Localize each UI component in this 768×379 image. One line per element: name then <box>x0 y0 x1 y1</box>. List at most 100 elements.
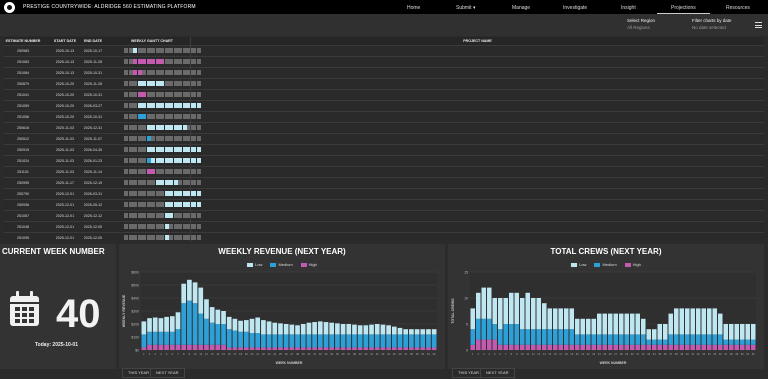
bar-low[interactable] <box>695 308 701 335</box>
table-row[interactable]: 251048 2025-12-01 2025-12-05 <box>4 221 764 232</box>
bar-medium[interactable] <box>657 339 663 345</box>
col-estimate-number[interactable]: ESTIMATE NUMBER <box>4 39 42 43</box>
bar-low[interactable] <box>204 299 209 319</box>
bar-high[interactable] <box>585 344 591 350</box>
bar-medium[interactable] <box>323 334 329 348</box>
bar-high[interactable] <box>380 347 386 350</box>
table-row[interactable]: 251056 2025-10-20 2025-10-31 <box>4 111 764 122</box>
bar-medium[interactable] <box>706 334 712 345</box>
bar-high[interactable] <box>662 344 668 350</box>
bar-low[interactable] <box>613 313 619 335</box>
bar-low[interactable] <box>261 320 266 335</box>
bar-low[interactable] <box>750 324 756 340</box>
bar-low[interactable] <box>369 324 374 335</box>
bar-high[interactable] <box>596 344 602 350</box>
bar-medium[interactable] <box>300 334 306 348</box>
bar-low[interactable] <box>503 298 509 324</box>
bar-medium[interactable] <box>414 334 420 348</box>
table-row[interactable]: 251057 2025-12-01 2025-12-12 <box>4 210 764 221</box>
nav-submit[interactable]: Submit ▾ <box>456 5 475 11</box>
bar-medium[interactable] <box>514 324 520 345</box>
bar-low[interactable] <box>486 287 492 319</box>
bar-high[interactable] <box>745 344 751 350</box>
bar-medium[interactable] <box>475 318 481 340</box>
bar-medium[interactable] <box>209 322 215 345</box>
bar-high[interactable] <box>613 344 619 350</box>
bar-medium[interactable] <box>690 334 696 345</box>
table-row[interactable]: 250915 2025-11-03 2026-04-30 <box>4 144 764 155</box>
bar-low[interactable] <box>238 320 243 332</box>
bar-medium[interactable] <box>255 333 261 348</box>
bar-medium[interactable] <box>646 339 652 345</box>
bar-high[interactable] <box>414 347 420 350</box>
bar-high[interactable] <box>374 347 380 350</box>
region-filter-value[interactable]: All Regions <box>627 25 655 30</box>
bar-high[interactable] <box>470 344 476 350</box>
bar-medium[interactable] <box>198 313 204 345</box>
bar-low[interactable] <box>673 308 679 335</box>
crews-next-year-button[interactable]: NEXT YEAR <box>480 368 515 378</box>
bar-low[interactable] <box>283 324 289 335</box>
bar-high[interactable] <box>519 344 525 350</box>
bar-high[interactable] <box>198 344 204 350</box>
bar-low[interactable] <box>602 313 608 335</box>
bar-high[interactable] <box>181 344 187 350</box>
bar-high[interactable] <box>204 344 209 350</box>
bar-low[interactable] <box>272 322 278 335</box>
bar-high[interactable] <box>607 344 613 350</box>
bar-low[interactable] <box>403 329 409 335</box>
bar-high[interactable] <box>580 344 586 350</box>
bar-low[interactable] <box>591 318 597 335</box>
bar-low[interactable] <box>569 308 575 330</box>
bar-medium[interactable] <box>536 329 542 345</box>
bar-low[interactable] <box>215 309 221 324</box>
bar-medium[interactable] <box>563 329 569 345</box>
bar-high[interactable] <box>640 344 646 350</box>
bar-low[interactable] <box>266 321 272 335</box>
bar-low[interactable] <box>717 313 723 335</box>
bar-high[interactable] <box>481 339 487 350</box>
bar-low[interactable] <box>640 318 646 335</box>
bar-low[interactable] <box>300 324 306 335</box>
table-row[interactable]: 250616 2025-11-03 2025-12-31 <box>4 122 764 133</box>
bar-high[interactable] <box>618 344 624 350</box>
bar-low[interactable] <box>147 318 152 332</box>
bar-high[interactable] <box>624 344 630 350</box>
bar-low[interactable] <box>508 292 514 324</box>
bar-high[interactable] <box>409 347 414 350</box>
bar-medium[interactable] <box>317 334 323 348</box>
bar-low[interactable] <box>289 324 295 335</box>
bar-high[interactable] <box>278 347 283 350</box>
bar-low[interactable] <box>329 322 335 335</box>
bar-low[interactable] <box>574 318 580 335</box>
bar-low[interactable] <box>723 324 729 340</box>
bar-high[interactable] <box>426 347 431 350</box>
hamburger-menu-icon[interactable] <box>755 22 762 28</box>
legend-item[interactable]: Medium <box>594 262 617 267</box>
bar-low[interactable] <box>152 317 158 332</box>
bar-high[interactable] <box>684 344 690 350</box>
bar-low[interactable] <box>209 307 215 323</box>
bar-high[interactable] <box>141 347 147 350</box>
bar-low[interactable] <box>706 308 712 335</box>
bar-low[interactable] <box>420 329 426 335</box>
bar-low[interactable] <box>629 313 635 335</box>
bar-medium[interactable] <box>283 334 289 348</box>
bar-medium[interactable] <box>158 331 164 345</box>
bar-high[interactable] <box>514 344 520 350</box>
bar-high[interactable] <box>391 347 397 350</box>
bar-low[interactable] <box>646 329 652 340</box>
bar-low[interactable] <box>386 325 391 335</box>
table-row[interactable]: 251083 2025-10-13 2025-11-28 <box>4 56 764 67</box>
bar-low[interactable] <box>164 316 169 332</box>
bar-low[interactable] <box>409 329 414 335</box>
bar-medium[interactable] <box>152 331 158 345</box>
bar-medium[interactable] <box>750 339 756 345</box>
bar-medium[interactable] <box>547 329 553 345</box>
bar-medium[interactable] <box>635 334 641 345</box>
bar-high[interactable] <box>739 344 745 350</box>
bar-low[interactable] <box>596 313 602 335</box>
bar-low[interactable] <box>470 308 476 330</box>
bar-low[interactable] <box>391 326 397 335</box>
legend-item[interactable]: Low <box>247 262 262 267</box>
